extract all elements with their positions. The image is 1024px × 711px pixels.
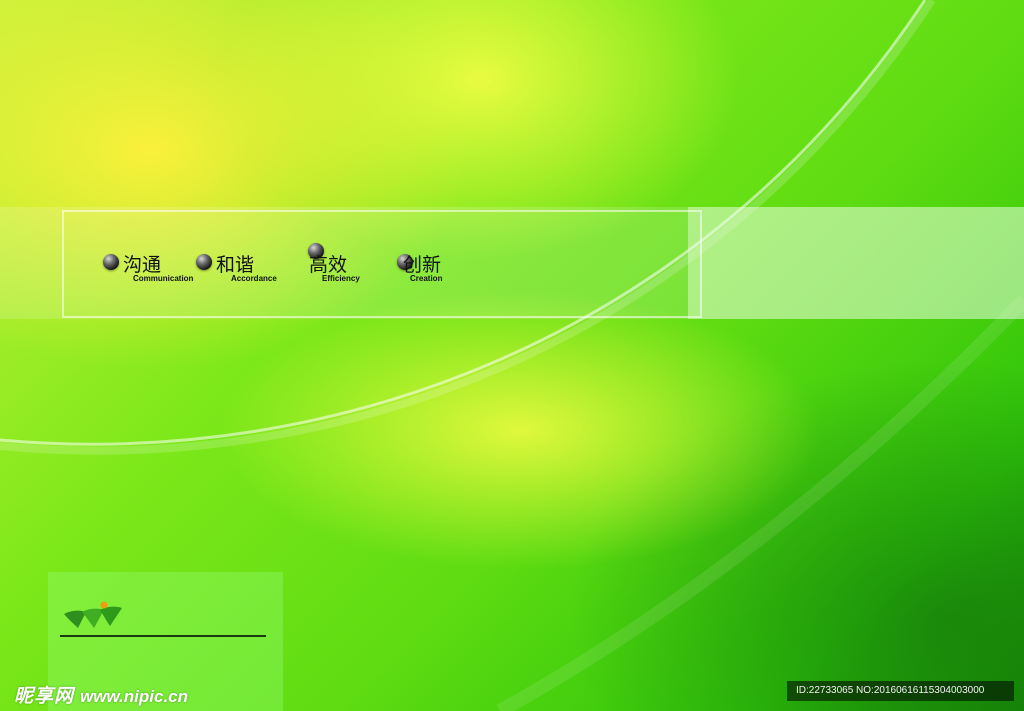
- value-cn-label: 沟通: [123, 254, 162, 276]
- value-en-label: Efficiency: [322, 274, 360, 283]
- band-highlight: [688, 207, 1024, 319]
- value-en-label: Communication: [133, 274, 194, 283]
- image-id-bar: ID:22733065 NO:20160616115304003000: [787, 681, 1014, 701]
- watermark-url: www.nipic.cn: [80, 687, 189, 706]
- value-en-label: Creation: [410, 274, 443, 283]
- watermark-brand: 昵享网: [14, 685, 75, 707]
- company-logo: [64, 601, 122, 628]
- value-en-label: Accordance: [231, 274, 277, 283]
- value-cn-label: 创新: [403, 254, 442, 276]
- sphere-bullet-icon: [196, 254, 212, 270]
- sphere-bullet-icon: [103, 254, 119, 270]
- logo-underline: [60, 635, 266, 637]
- site-watermark: 昵享网 www.nipic.cn: [14, 681, 188, 708]
- value-cn-label: 和谐: [216, 254, 255, 276]
- value-cn-label: 高效: [309, 254, 348, 276]
